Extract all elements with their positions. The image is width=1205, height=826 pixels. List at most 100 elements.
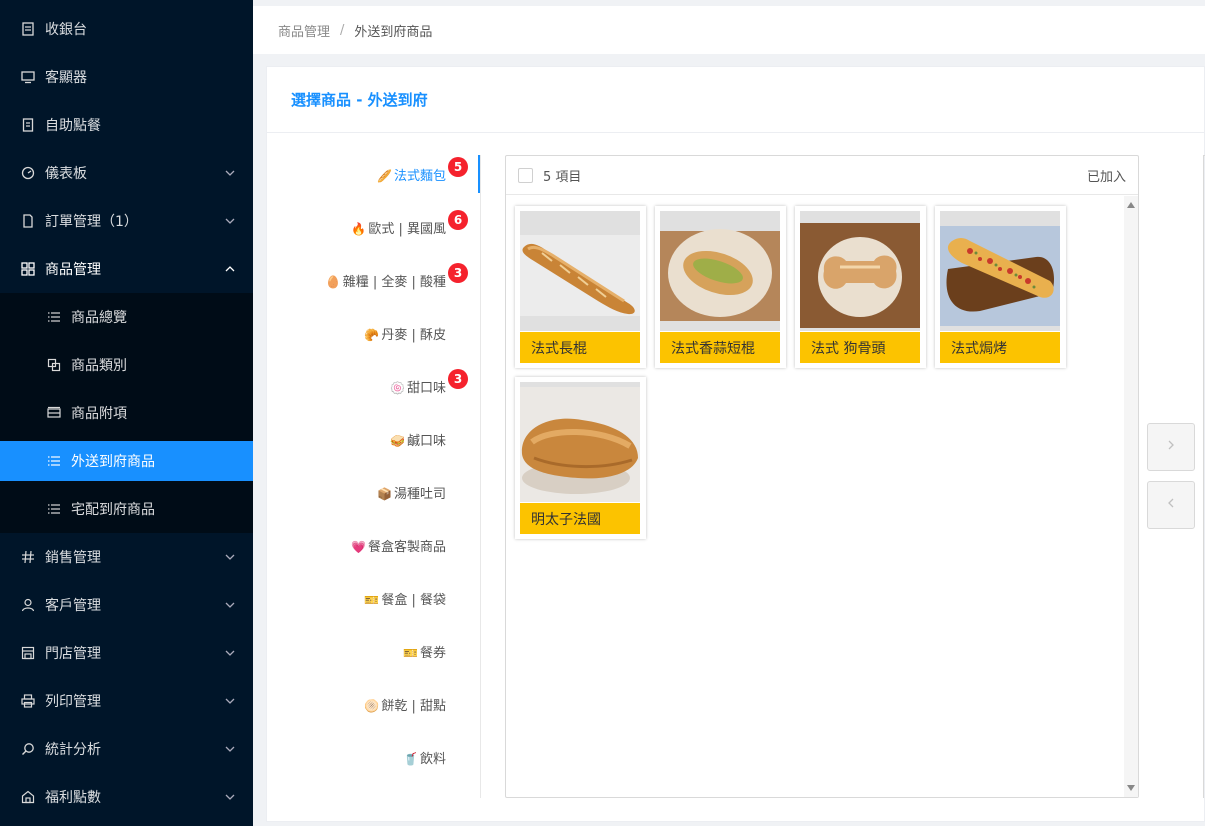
category-item[interactable]: 🥚 雜糧 | 全麥 | 酸種 [326, 271, 446, 291]
sidebar-item-label: 訂單管理（1） [45, 214, 138, 230]
category-item[interactable]: 🥪 鹹口味 [390, 430, 446, 450]
box-icon: 📦 [377, 487, 392, 501]
sandwich-icon: 🥪 [390, 434, 405, 448]
list-icon [46, 501, 62, 517]
product-name: 法式 狗骨頭 [800, 332, 920, 363]
sidebar-item-label: 統計分析 [45, 742, 101, 758]
sidebar-item-label: 門店管理 [45, 646, 101, 662]
sidebar-item-analytics[interactable]: 統計分析 [0, 725, 253, 773]
sidebar-item-products[interactable]: 商品管理 [0, 245, 253, 293]
sidebar-item-customers[interactable]: 客戶管理 [0, 581, 253, 629]
category-item[interactable]: 📦 湯種吐司 [377, 483, 446, 503]
chevron-down-icon [225, 742, 235, 752]
sidebar-item-label: 客顯器 [45, 70, 87, 86]
product-card[interactable]: 法式焗烤 [935, 206, 1066, 368]
store-icon [20, 645, 36, 661]
count-badge: 6 [448, 210, 468, 230]
sidebar: 收銀台 客顯器 自助點餐 儀表板 訂單管理（1） 商品管理 商品總覽 商品類別 [0, 0, 253, 826]
sidebar-item-delivery-products[interactable]: 外送到府商品 [0, 441, 253, 481]
sidebar-item-label: 商品管理 [45, 262, 101, 278]
sidebar-item-label: 自助點餐 [45, 118, 101, 134]
category-item[interactable]: 🥤 飲料 [403, 748, 446, 768]
list-icon [46, 309, 62, 325]
transfer-source-panel: 5 項目 已加入 法式長棍 法式香蒜短棍 法式 狗骨頭 法式焗烤 明太子法國 [505, 155, 1139, 798]
category-item[interactable]: 🥖 法式麵包 [377, 165, 446, 185]
sidebar-item-printing[interactable]: 列印管理 [0, 677, 253, 725]
receipt-icon [20, 117, 36, 133]
printer-icon [20, 693, 36, 709]
sidebar-item-sales[interactable]: 銷售管理 [0, 533, 253, 581]
category-label: 法式麵包 [393, 169, 446, 184]
category-label: 飲料 [419, 752, 446, 767]
scroll-up-icon[interactable] [1127, 202, 1135, 208]
chevron-left-icon [1165, 497, 1177, 513]
sidebar-item-product-overview[interactable]: 商品總覽 [0, 293, 253, 341]
category-list: 🥖 法式麵包 5 🔥 歐式 | 異國風 6 🥚 雜糧 | 全麥 | 酸種 3 🥐 丹麥 … [267, 155, 481, 798]
sidebar-item-cashier[interactable]: 收銀台 [0, 5, 253, 53]
sidebar-item-label: 銷售管理 [45, 550, 101, 566]
product-image [520, 211, 640, 331]
grid-icon [20, 261, 36, 277]
sidebar-item-stores[interactable]: 門店管理 [0, 629, 253, 677]
sidebar-item-product-category[interactable]: 商品類別 [0, 341, 253, 389]
ticket-icon: 🎫 [364, 593, 380, 607]
sidebar-item-display[interactable]: 客顯器 [0, 53, 253, 101]
monitor-icon [20, 69, 36, 85]
hash-icon [20, 549, 36, 565]
select-all-checkbox[interactable] [518, 167, 533, 183]
sidebar-item-home-delivery-products[interactable]: 宅配到府商品 [0, 485, 253, 533]
category-label: 甜口味 [406, 381, 446, 396]
sidebar-item-label: 儀表板 [45, 166, 87, 182]
sidebar-item-label: 福利點數 [45, 790, 101, 806]
breadcrumb-separator: / [340, 22, 345, 38]
product-card[interactable]: 明太子法國 [515, 377, 646, 539]
product-image [800, 211, 920, 331]
product-name: 法式長棍 [520, 332, 640, 363]
category-item[interactable]: 🍥 甜口味 [390, 377, 446, 397]
category-item[interactable]: 🫓 餅乾 | 甜點 [364, 695, 446, 715]
sidebar-item-self-order[interactable]: 自助點餐 [0, 101, 253, 149]
category-item[interactable]: 🎫 餐盒 | 餐袋 [364, 589, 446, 609]
category-label: 歐式 | 異國風 [368, 222, 446, 237]
dashboard-icon [20, 165, 36, 181]
breadcrumb: 商品管理 / 外送到府商品 [253, 0, 1205, 54]
move-right-button[interactable] [1147, 423, 1195, 471]
sidebar-item-label: 客戶管理 [45, 598, 101, 614]
sidebar-item-label: 收銀台 [45, 22, 87, 38]
sidebar-item-points[interactable]: 福利點數 [0, 773, 253, 821]
breadcrumb-parent[interactable]: 商品管理 [278, 21, 330, 40]
move-left-button[interactable] [1147, 481, 1195, 529]
list-icon [46, 453, 62, 469]
bread-icon: 🥖 [377, 169, 392, 183]
category-label: 餐盒 | 餐袋 [381, 593, 446, 608]
category-item[interactable]: 🥐 丹麥 | 酥皮 [364, 324, 446, 344]
transfer-header: 5 項目 已加入 [506, 156, 1138, 195]
user-icon [20, 597, 36, 613]
sidebar-item-dashboard[interactable]: 儀表板 [0, 149, 253, 197]
category-item[interactable]: 🎫 餐券 [403, 642, 446, 662]
chevron-up-icon [225, 262, 235, 272]
product-name: 法式焗烤 [940, 332, 1060, 363]
search-icon [20, 741, 36, 757]
sidebar-item-orders[interactable]: 訂單管理（1） [0, 197, 253, 245]
product-card[interactable]: 法式 狗骨頭 [795, 206, 926, 368]
category-label: 雜糧 | 全麥 | 酸種 [342, 275, 446, 290]
chevron-down-icon [225, 790, 235, 800]
product-name: 法式香蒜短棍 [660, 332, 780, 363]
product-card[interactable]: 法式香蒜短棍 [655, 206, 786, 368]
count-badge: 3 [448, 369, 468, 389]
count-badge: 5 [448, 157, 468, 177]
category-item[interactable]: 🔥 歐式 | 異國風 [351, 218, 446, 238]
chevron-right-icon [1165, 439, 1177, 455]
chevron-down-icon [225, 646, 235, 656]
sidebar-item-label: 宅配到府商品 [71, 502, 155, 518]
sidebar-item-product-addons[interactable]: 商品附項 [0, 389, 253, 437]
croissant-icon: 🥐 [364, 328, 380, 342]
sidebar-item-label: 列印管理 [45, 694, 101, 710]
category-label: 丹麥 | 酥皮 [381, 328, 446, 343]
chevron-down-icon [225, 214, 235, 224]
scroll-down-icon[interactable] [1127, 785, 1135, 791]
category-item[interactable]: 💗 餐盒客製商品 [351, 536, 446, 556]
scrollbar[interactable] [1124, 196, 1138, 797]
product-card[interactable]: 法式長棍 [515, 206, 646, 368]
